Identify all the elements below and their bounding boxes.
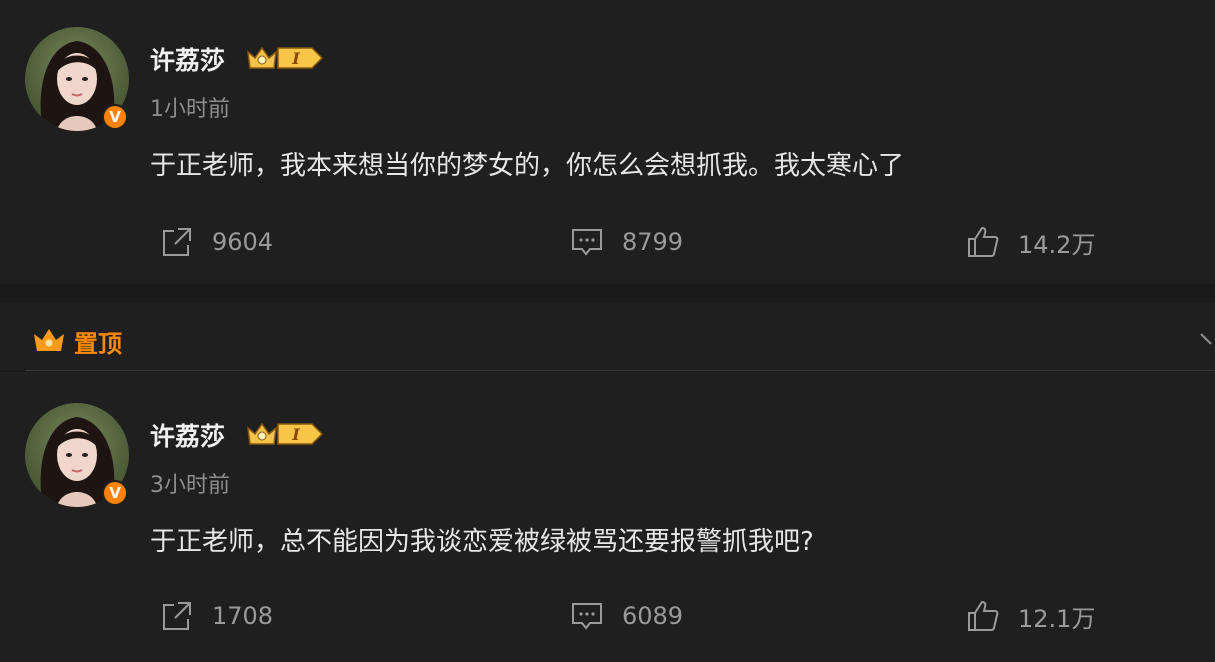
verified-badge-icon: V: [102, 480, 128, 506]
repost-count: 1708: [212, 602, 274, 630]
repost-button[interactable]: 9604: [160, 226, 273, 258]
post-content: 于正老师，总不能因为我谈恋爱被绿被骂还要报警抓我吧?: [150, 527, 814, 557]
comment-count: 8799: [622, 228, 684, 256]
post-content: 于正老师，我本来想当你的梦女的，你怎么会想抓我。我太寒心了: [150, 151, 905, 181]
like-button[interactable]: 12.1万: [966, 600, 1096, 633]
crown-icon: [34, 329, 64, 351]
author-name[interactable]: 许荔莎: [150, 41, 225, 77]
like-count: 12.1万: [1018, 604, 1096, 633]
verified-badge-icon: V: [102, 104, 128, 130]
author-name[interactable]: 许荔莎: [150, 417, 225, 453]
repost-button[interactable]: 1708: [160, 600, 273, 632]
like-count: 14.2万: [1018, 230, 1096, 259]
comment-icon: [572, 603, 602, 630]
thumbs-up-icon: [968, 226, 999, 257]
repost-count: 9604: [212, 228, 274, 256]
level-crown-badge-icon: I: [247, 46, 324, 69]
post-time: 1小时前: [150, 97, 230, 122]
repost-icon: [163, 228, 191, 256]
post-card: V 许荔莎 I 1小时前 于正老师，我本来想当你的梦女的，你怎么会想抓我。我太寒…: [0, 0, 1215, 284]
level-badge-text: I: [291, 425, 300, 444]
thumbs-up-icon: [968, 600, 999, 631]
chevron-down-icon[interactable]: [1199, 330, 1215, 350]
level-crown-badge-icon: I: [247, 422, 324, 445]
post-time: 3小时前: [150, 473, 230, 498]
comment-icon: [572, 229, 602, 256]
divider: [25, 370, 1215, 371]
comment-count: 6089: [622, 602, 684, 630]
repost-icon: [163, 602, 191, 630]
like-button[interactable]: 14.2万: [966, 226, 1096, 259]
post-card: V 许荔莎 I 3小时前 于正老师，总不能因为我谈恋爱被绿被骂还要报警抓我吧? …: [0, 372, 1215, 662]
pinned-section-header: 置顶: [0, 302, 1215, 370]
comment-button[interactable]: 8799: [570, 226, 683, 258]
comment-button[interactable]: 6089: [570, 600, 683, 632]
pinned-label: 置顶: [74, 330, 122, 358]
level-badge-text: I: [291, 49, 300, 68]
